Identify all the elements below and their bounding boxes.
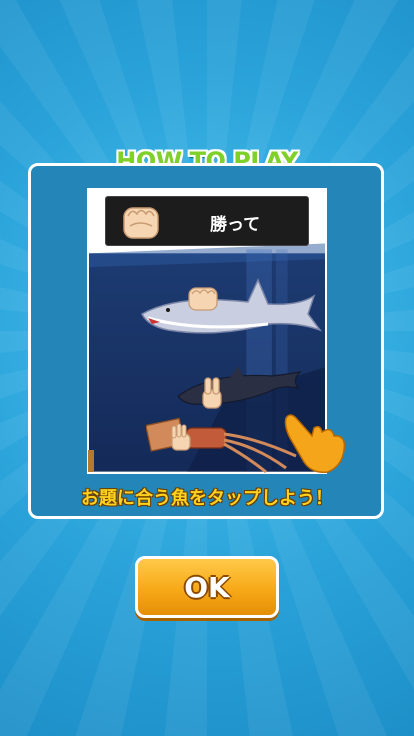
pointing-hand-icon bbox=[284, 414, 346, 474]
open-hand-icon bbox=[171, 424, 191, 451]
instruction-text: お題に合う魚をタップしよう！ bbox=[81, 488, 333, 509]
rock-hand-icon bbox=[188, 287, 218, 311]
ok-button-label: OK bbox=[184, 571, 230, 604]
peace-hand-icon bbox=[202, 377, 222, 409]
ok-button[interactable]: OK bbox=[135, 556, 279, 618]
rock-hand-icon bbox=[123, 207, 159, 239]
prompt-text: 勝って bbox=[210, 215, 261, 235]
dolphin[interactable] bbox=[172, 366, 304, 410]
shark[interactable] bbox=[138, 274, 324, 344]
anemone-icon bbox=[88, 450, 94, 472]
